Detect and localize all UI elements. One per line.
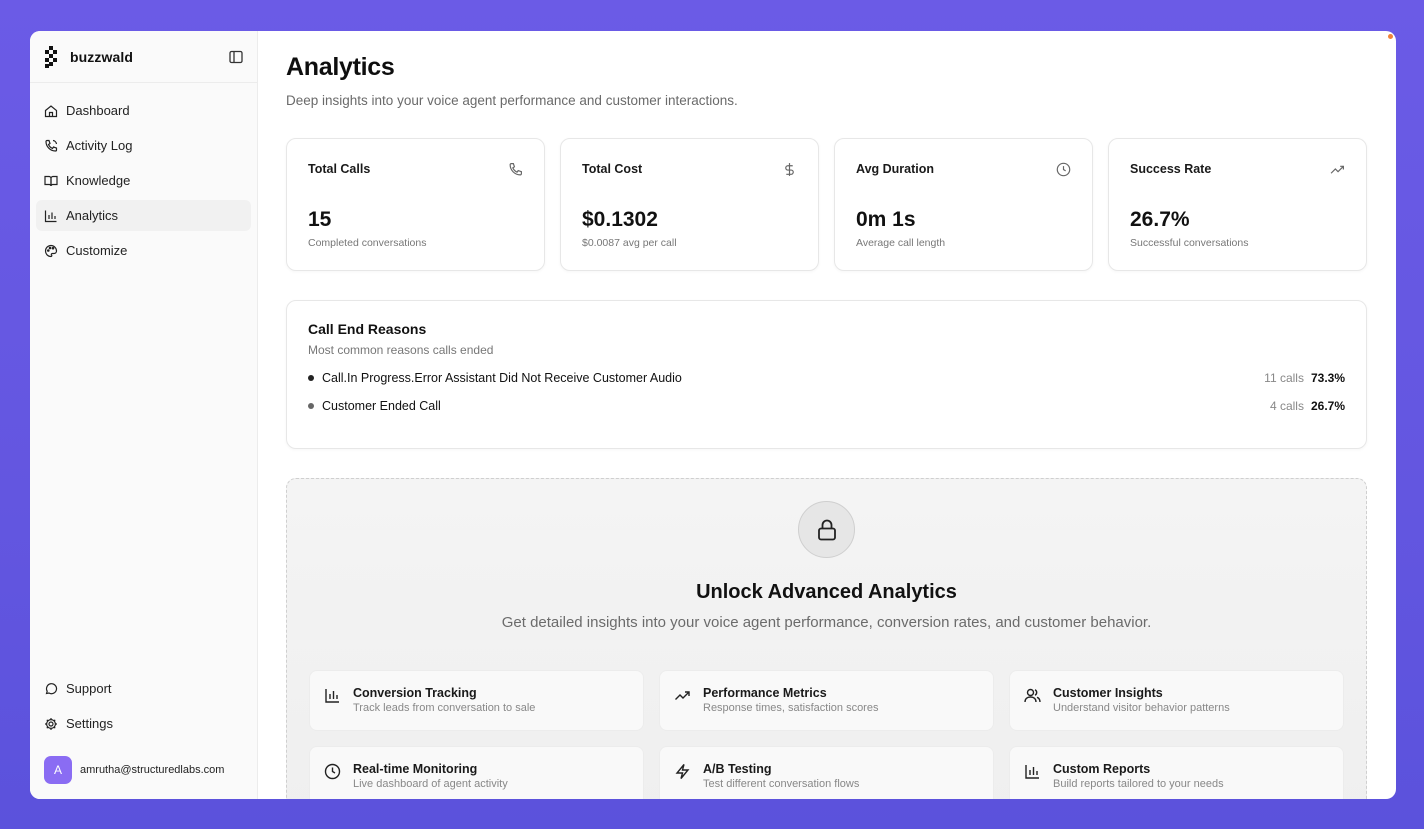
stat-label: Total Calls <box>308 162 371 176</box>
user-email: amrutha@structuredlabs.com <box>80 764 225 776</box>
clock-icon <box>1056 162 1071 177</box>
feature-title: Custom Reports <box>1053 762 1151 776</box>
bullet-icon <box>308 403 314 409</box>
sidebar-item-settings[interactable]: Settings <box>36 708 251 739</box>
book-icon <box>44 175 58 186</box>
gear-icon <box>45 717 57 730</box>
sidebar-item-knowledge[interactable]: Knowledge <box>36 165 251 196</box>
stat-label: Total Cost <box>582 162 643 176</box>
feature-card-customer-insights: Customer Insights Understand visitor beh… <box>1009 670 1344 731</box>
feature-description: Build reports tailored to your needs <box>1053 778 1224 790</box>
stats-row: Total Calls 15 Completed conversations T… <box>286 138 1367 271</box>
feature-description: Test different conversation flows <box>703 778 860 790</box>
dollar-icon <box>785 163 794 176</box>
stat-subtext: Completed conversations <box>308 237 427 249</box>
bar-chart-icon <box>1025 765 1039 779</box>
bottom-nav: Support Settings <box>30 671 257 743</box>
sidebar-item-label: Settings <box>66 716 113 731</box>
stat-label: Success Rate <box>1130 162 1212 176</box>
stat-card-success-rate: Success Rate 26.7% Successful conversati… <box>1108 138 1367 271</box>
sidebar-item-label: Knowledge <box>66 173 131 188</box>
reason-count: 11 calls <box>1264 371 1304 385</box>
bar-chart-icon <box>44 210 57 222</box>
sidebar-item-analytics[interactable]: Analytics <box>36 200 251 231</box>
trending-up-icon <box>675 691 690 700</box>
palette-icon <box>44 244 58 257</box>
sidebar-item-activity-log[interactable]: Activity Log <box>36 130 251 161</box>
reason-label: Customer Ended Call <box>322 399 441 413</box>
list-item: Call.In Progress.Error Assistant Did Not… <box>308 371 1345 385</box>
feature-grid: Conversion Tracking Track leads from con… <box>287 670 1366 799</box>
reason-percent: 73.3% <box>1310 371 1345 385</box>
feature-description: Live dashboard of agent activity <box>353 778 508 790</box>
page-subtitle: Deep insights into your voice agent perf… <box>286 93 738 108</box>
chat-icon <box>45 682 58 694</box>
brand-name: buzzwald <box>70 48 134 65</box>
bullet-icon <box>308 375 314 381</box>
stat-value: 26.7% <box>1130 208 1190 231</box>
sidebar-item-dashboard[interactable]: Dashboard <box>36 95 251 126</box>
phone-icon <box>45 139 58 152</box>
stat-value: $0.1302 <box>582 208 658 231</box>
app-window: buzzwald Dashboard Activity Log Knowledg… <box>30 31 1396 799</box>
sidebar-item-label: Customize <box>66 243 128 258</box>
feature-description: Track leads from conversation to sale <box>353 702 536 714</box>
list-item: Customer Ended Call 4 calls 26.7% <box>308 399 1345 413</box>
user-profile[interactable]: A amrutha@structuredlabs.com <box>44 756 224 784</box>
brand-header: buzzwald <box>30 31 257 83</box>
sidebar-item-label: Activity Log <box>66 138 133 153</box>
feature-description: Understand visitor behavior patterns <box>1053 702 1230 714</box>
sidebar-item-support[interactable]: Support <box>36 673 251 704</box>
main-nav: Dashboard Activity Log Knowledge Analyti… <box>30 83 257 266</box>
feature-card-performance-metrics: Performance Metrics Response times, sati… <box>659 670 994 731</box>
phone-icon <box>509 163 522 176</box>
avatar: A <box>44 756 72 784</box>
feature-card-custom-reports: Custom Reports Build reports tailored to… <box>1009 746 1344 799</box>
section-subtitle: Most common reasons calls ended <box>308 343 494 357</box>
call-end-reasons-card: Call End Reasons Most common reasons cal… <box>286 300 1367 449</box>
section-title: Call End Reasons <box>308 321 427 337</box>
stat-subtext: Average call length <box>856 237 946 249</box>
reason-label: Call.In Progress.Error Assistant Did Not… <box>322 371 682 385</box>
feature-title: A/B Testing <box>703 762 772 776</box>
lock-badge <box>798 501 855 558</box>
feature-description: Response times, satisfaction scores <box>703 702 879 714</box>
feature-card-ab-testing: A/B Testing Test different conversation … <box>659 746 994 799</box>
lock-icon <box>817 519 836 540</box>
main-content: Analytics Deep insights into your voice … <box>258 31 1396 799</box>
feature-title: Customer Insights <box>1053 686 1163 700</box>
reason-count: 4 calls <box>1269 399 1304 413</box>
feature-title: Real-time Monitoring <box>353 762 478 776</box>
upsell-title: Unlock Advanced Analytics <box>696 581 957 603</box>
page-title: Analytics <box>286 53 395 81</box>
feature-card-conversion-tracking: Conversion Tracking Track leads from con… <box>309 670 644 731</box>
bar-chart-icon <box>325 689 339 703</box>
stat-subtext: $0.0087 avg per call <box>582 237 677 249</box>
advanced-analytics-upsell: Unlock Advanced Analytics Get detailed i… <box>286 478 1367 799</box>
feature-title: Conversion Tracking <box>353 686 477 700</box>
trending-up-icon <box>1330 165 1344 174</box>
reason-percent: 26.7% <box>1310 399 1345 413</box>
home-icon <box>44 104 58 117</box>
stat-value: 15 <box>308 208 332 231</box>
buzzwald-logo-icon <box>45 45 57 68</box>
stat-subtext: Successful conversations <box>1130 237 1249 249</box>
stat-card-avg-duration: Avg Duration 0m 1s Average call length <box>834 138 1093 271</box>
sidebar-item-customize[interactable]: Customize <box>36 235 251 266</box>
sidebar: buzzwald Dashboard Activity Log Knowledg… <box>30 31 258 799</box>
sidebar-toggle-icon[interactable] <box>229 50 243 64</box>
upsell-subtitle: Get detailed insights into your voice ag… <box>501 614 1152 631</box>
stat-card-total-cost: Total Cost $0.1302 $0.0087 avg per call <box>560 138 819 271</box>
sidebar-item-label: Dashboard <box>66 103 130 118</box>
feature-title: Performance Metrics <box>703 686 827 700</box>
clock-icon <box>324 763 341 780</box>
sidebar-item-label: Support <box>66 681 112 696</box>
sidebar-item-label: Analytics <box>66 208 119 223</box>
stat-card-total-calls: Total Calls 15 Completed conversations <box>286 138 545 271</box>
feature-card-realtime-monitoring: Real-time Monitoring Live dashboard of a… <box>309 746 644 799</box>
users-icon <box>1024 688 1041 703</box>
stat-value: 0m 1s <box>856 208 916 231</box>
stat-label: Avg Duration <box>856 162 935 176</box>
zap-icon <box>675 764 690 779</box>
